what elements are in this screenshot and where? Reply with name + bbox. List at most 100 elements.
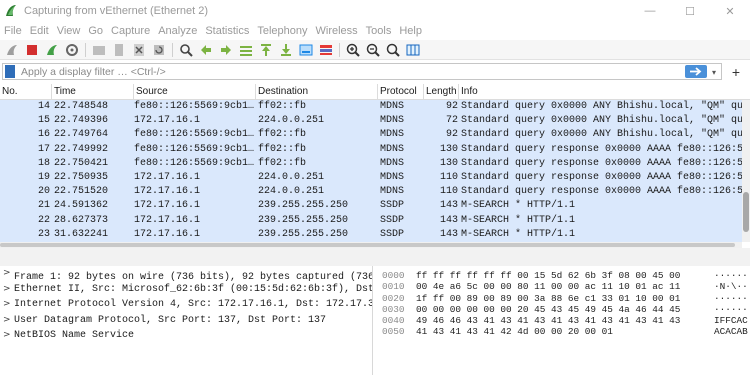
cell-info: Standard query response 0x0000 AAAA fe80… [461, 186, 742, 198]
bytes-ascii: ······ [714, 292, 748, 304]
bytes-row[interactable]: 0040 49 46 46 43 41 43 41 43 41 43 41 43 … [377, 315, 750, 326]
display-filter-box: ▾ [2, 63, 722, 80]
zoom-in-button[interactable] [343, 41, 363, 59]
reload-button[interactable] [149, 41, 169, 59]
detail-nbns[interactable]: > NetBIOS Name Service [0, 328, 372, 344]
packet-row[interactable]: 17 22.749992 fe80::126:5569:9cb1… ff02::fb M… [0, 142, 742, 157]
chevron-right-icon[interactable]: > [3, 266, 11, 282]
save-file-button[interactable] [109, 41, 129, 59]
filter-bookmark-icon[interactable] [5, 65, 15, 78]
packet-row[interactable]: 19 22.750935 172.17.16.1 224.0.0.251 MDNS 110… [0, 170, 742, 186]
search-icon [180, 43, 193, 57]
menu-statistics[interactable]: Statistics [201, 25, 253, 37]
zoom-in-icon [346, 43, 360, 57]
packet-row[interactable]: 22 28.627373 172.17.16.1 239.255.255.250 SSD… [0, 213, 742, 228]
column-header-protocol[interactable]: Protocol [378, 84, 424, 100]
go-first-packet-button[interactable] [256, 41, 276, 59]
file-icon [115, 43, 123, 56]
go-last-packet-button[interactable] [276, 41, 296, 59]
menu-edit[interactable]: Edit [26, 25, 53, 37]
filter-dropdown-button[interactable]: ▾ [709, 66, 719, 78]
cell-time: 22.749764 [54, 129, 109, 141]
cell-no: 19 [37, 171, 50, 183]
find-packet-button[interactable] [176, 41, 196, 59]
detail-udp[interactable]: > User Datagram Protocol, Src Port: 137, … [0, 313, 372, 329]
arrow-right-icon [690, 67, 702, 76]
detail-ip-text: Internet Protocol Version 4, Src: 172.17… [14, 299, 373, 310]
menu-file[interactable]: File [0, 25, 26, 37]
packet-row[interactable]: 16 22.749764 fe80::126:5569:9cb1… ff02::fb M… [0, 128, 742, 143]
scroll-thumb[interactable] [743, 192, 749, 232]
menu-help[interactable]: Help [395, 25, 426, 37]
add-filter-button[interactable]: + [727, 62, 745, 82]
start-capture-button[interactable] [2, 41, 22, 59]
capture-options-button[interactable] [62, 41, 82, 59]
bytes-row[interactable]: 0020 1f ff 00 89 00 89 00 3a 88 6e c1 33 … [377, 293, 750, 304]
minimize-button[interactable]: — [630, 0, 670, 22]
stop-icon [27, 44, 37, 55]
close-file-button[interactable] [129, 41, 149, 59]
menu-telephony[interactable]: Telephony [253, 25, 311, 37]
column-header-destination[interactable]: Destination [256, 84, 378, 100]
detail-frame[interactable]: > Frame 1: 92 bytes on wire (736 bits), 9… [0, 266, 372, 283]
gear-icon [66, 43, 78, 56]
menu-bar: File Edit View Go Capture Analyze Statis… [0, 22, 750, 40]
cell-source: 172.17.16.1 [134, 228, 201, 240]
cell-no: 17 [37, 143, 50, 155]
chevron-right-icon[interactable]: > [3, 282, 11, 298]
chevron-right-icon[interactable]: > [3, 328, 11, 344]
bytes-row[interactable]: 0010 00 4e a6 5c 00 00 80 11 00 00 ac 11 … [377, 281, 750, 292]
detail-ip[interactable]: > Internet Protocol Version 4, Src: 172.1… [0, 297, 372, 313]
packet-row[interactable]: 21 24.591362 172.17.16.1 239.255.255.250 SSD… [0, 199, 742, 214]
detail-ethernet[interactable]: > Ethernet II, Src: Microsof_62:6b:3f (00… [0, 282, 372, 298]
bytes-row[interactable]: 0030 00 00 00 00 00 00 20 45 43 45 49 45 … [377, 304, 750, 315]
go-forward-button[interactable] [216, 41, 236, 59]
cell-destination: 224.0.0.251 [258, 186, 325, 198]
packet-row[interactable]: 15 22.749396 172.17.16.1 224.0.0.251 MDNS 72 S… [0, 114, 742, 129]
menu-view[interactable]: View [53, 25, 85, 37]
menu-go[interactable]: Go [84, 25, 107, 37]
cell-info: M-SEARCH * HTTP/1.1 [461, 214, 576, 226]
auto-scroll-button[interactable] [296, 41, 316, 59]
bytes-row[interactable]: 0050 41 43 41 43 41 42 4d 00 00 20 00 01 A… [377, 326, 750, 337]
zoom-out-button[interactable] [363, 41, 383, 59]
go-back-button[interactable] [196, 41, 216, 59]
colorize-button[interactable] [316, 41, 336, 59]
zoom-out-icon [366, 43, 380, 57]
column-header-info[interactable]: Info [459, 84, 750, 100]
menu-tools[interactable]: Tools [362, 25, 396, 37]
packet-row[interactable]: 18 22.750421 fe80::126:5569:9cb1… ff02::fb M… [0, 156, 742, 171]
column-header-source[interactable]: Source [134, 84, 256, 100]
bytes-row[interactable]: 0000 ff ff ff ff ff ff 00 15 5d 62 6b 3f … [377, 270, 750, 281]
maximize-button[interactable]: ☐ [670, 0, 710, 22]
display-filter-input[interactable] [21, 64, 661, 79]
close-button[interactable]: ✕ [710, 0, 750, 22]
column-header-no[interactable]: No. [0, 84, 52, 100]
stop-capture-button[interactable] [22, 41, 42, 59]
bytes-offset: 0010 [382, 281, 405, 293]
zoom-reset-button[interactable] [383, 41, 403, 59]
column-header-length[interactable]: Length [424, 84, 459, 100]
resize-columns-button[interactable] [403, 41, 423, 59]
menu-capture[interactable]: Capture [107, 25, 154, 37]
packet-row[interactable]: 14 22.748548 fe80::126:5569:9cb1… ff02::fb M… [0, 100, 742, 115]
cell-length: 130 [439, 143, 458, 155]
scroll-thumb[interactable] [0, 243, 735, 247]
packet-row[interactable]: 23 31.632241 172.17.16.1 239.255.255.250 SSD… [0, 227, 742, 242]
apply-filter-button[interactable] [685, 65, 707, 78]
menu-wireless[interactable]: Wireless [312, 25, 362, 37]
menu-analyze[interactable]: Analyze [154, 25, 201, 37]
packet-list-vertical-scrollbar[interactable] [742, 100, 750, 242]
restart-capture-button[interactable] [42, 41, 62, 59]
open-file-button[interactable] [89, 41, 109, 59]
chevron-right-icon[interactable]: > [3, 297, 11, 313]
cell-protocol: SSDP [380, 228, 405, 240]
chevron-right-icon[interactable]: > [3, 313, 11, 329]
packet-row[interactable]: 20 22.751520 172.17.16.1 224.0.0.251 MDNS 110… [0, 185, 742, 200]
detail-ethernet-text: Ethernet II, Src: Microsof_62:6b:3f (00:… [14, 283, 373, 295]
pane-splitter[interactable] [0, 248, 750, 266]
cell-protocol: MDNS [380, 129, 405, 141]
go-to-packet-button[interactable] [236, 41, 256, 59]
bytes-ascii: ······ [714, 303, 748, 315]
column-header-time[interactable]: Time [52, 84, 134, 100]
